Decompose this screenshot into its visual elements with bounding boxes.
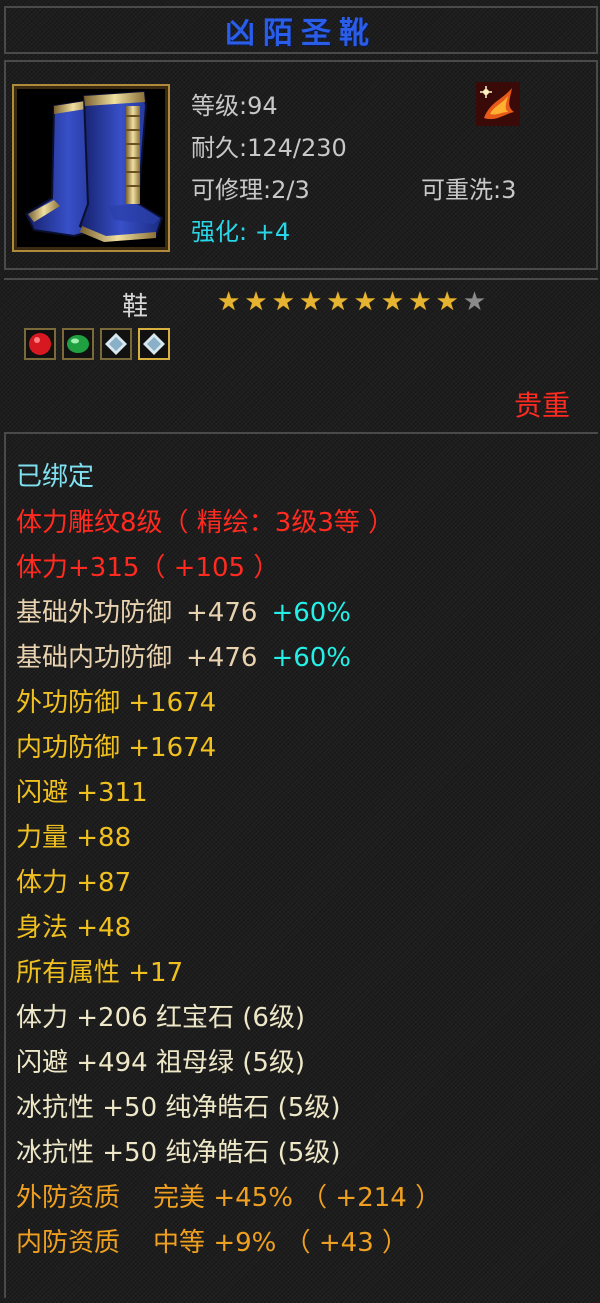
gem-bonus-ruby: 体力 +206 红宝石 (6级): [16, 1003, 306, 1033]
star-filled-icon: ★: [326, 287, 350, 317]
star-filled-icon: ★: [244, 287, 268, 317]
rewashable-text: 可重洗:3: [421, 176, 517, 204]
base-outer-def-label: 基础外功防御: [16, 598, 173, 628]
star-filled-icon: ★: [408, 287, 432, 317]
boots-icon: [12, 84, 170, 252]
agility-line: 身法 +48: [16, 913, 132, 943]
enhance-label: 强化:: [191, 218, 248, 246]
item-summary: 鞋 ★ ★ ★ ★ ★ ★ ★ ★ ★ ★ 贵重: [4, 278, 598, 430]
star-filled-icon: ★: [435, 287, 459, 317]
base-inner-def-value: +476: [186, 643, 258, 673]
emerald-gem-icon[interactable]: [62, 328, 94, 360]
outer-defense-line: 外功防御 +1674: [16, 688, 217, 718]
gem-bonus-diamond-1: 冰抗性 +50 纯净皓石 (5级): [16, 1093, 341, 1123]
inner-quality-line: 内防资质 中等 +9% （ +43 ）: [16, 1228, 409, 1258]
bound-status: 已绑定: [16, 462, 95, 492]
set-effect-icon[interactable]: [476, 82, 520, 126]
strength-line: 力量 +88: [16, 823, 132, 853]
base-outer-def-pct: +60%: [271, 598, 352, 628]
all-attributes-line: 所有属性 +17: [16, 958, 184, 988]
rarity-label: 贵重: [513, 389, 570, 422]
item-title: 凶陌圣靴: [225, 16, 377, 51]
base-inner-def-label: 基础内功防御: [16, 643, 173, 673]
title-bar: 凶陌圣靴: [4, 6, 598, 54]
outer-quality-line: 外防资质 完美 +45% （ +214 ）: [16, 1183, 442, 1213]
ruby-gem-icon[interactable]: [24, 328, 56, 360]
star-filled-icon: ★: [353, 287, 377, 317]
star-rating: ★ ★ ★ ★ ★ ★ ★ ★ ★ ★: [217, 288, 486, 316]
diamond-gem-icon[interactable]: [138, 328, 170, 360]
level-text: 等级:94: [191, 92, 278, 120]
base-inner-def-pct: +60%: [271, 643, 352, 673]
durability-text: 耐久:124/230: [191, 134, 347, 162]
repairable-text: 可修理:2/3: [191, 176, 310, 204]
gem-bonus-diamond-2: 冰抗性 +50 纯净皓石 (5级): [16, 1138, 341, 1168]
engrave-line: 体力雕纹8级（ 精绘：3级3等 ）: [16, 508, 395, 538]
base-outer-def-value: +476: [186, 598, 258, 628]
base-outer-defense-line: 基础外功防御 +476 +60%: [16, 596, 351, 630]
gem-bonus-emerald: 闪避 +494 祖母绿 (5级): [16, 1048, 306, 1078]
stamina-engrave-line: 体力+315（ +105 ）: [16, 553, 280, 583]
star-filled-icon: ★: [217, 287, 241, 317]
star-filled-icon: ★: [380, 287, 405, 317]
dodge-line: 闪避 +311: [16, 778, 148, 808]
star-empty-icon: ★: [462, 287, 487, 317]
gem-slots: [24, 328, 170, 360]
stamina-line: 体力 +87: [16, 868, 132, 898]
enhance-row: 强化: +4: [191, 212, 290, 247]
enhance-value: +4: [254, 218, 291, 246]
item-header: 等级:94 耐久:124/230 可修理:2/3 可重洗:3 强化: +4: [4, 60, 598, 270]
diamond-gem-icon[interactable]: [100, 328, 132, 360]
star-filled-icon: ★: [271, 287, 295, 317]
inner-defense-line: 内功防御 +1674: [16, 733, 217, 763]
item-tooltip: 凶陌圣靴 等级:94 耐久:124/230 可修理:2/3 可重洗:3 强化: …: [0, 0, 600, 1303]
item-type: 鞋: [122, 292, 149, 322]
star-filled-icon: ★: [298, 287, 323, 317]
attribute-list: 已绑定 体力雕纹8级（ 精绘：3级3等 ） 体力+315（ +105 ） 基础外…: [4, 432, 598, 1298]
base-inner-defense-line: 基础内功防御 +476 +60%: [16, 641, 351, 675]
